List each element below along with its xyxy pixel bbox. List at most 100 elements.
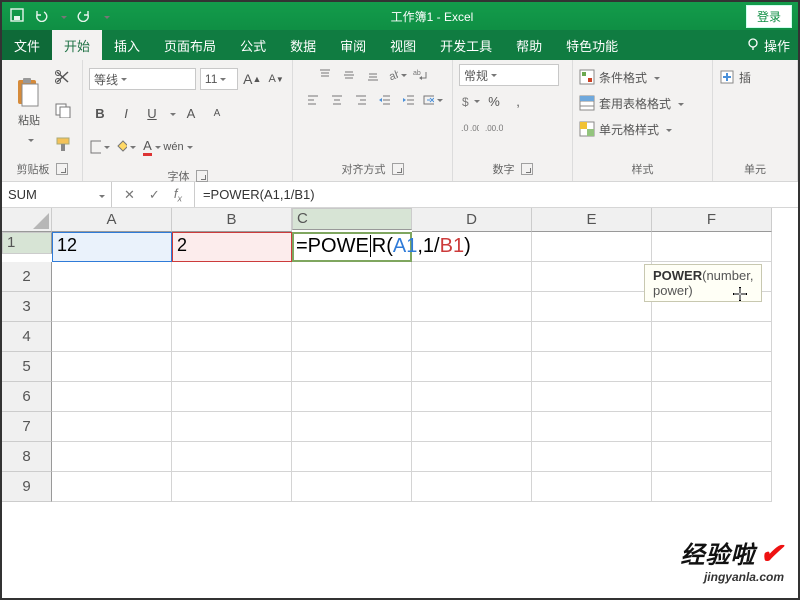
cell[interactable] — [292, 262, 412, 292]
row-head-5[interactable]: 5 — [2, 352, 52, 382]
cell[interactable] — [52, 292, 172, 322]
conditional-format-button[interactable]: 条件格式 — [579, 64, 706, 90]
cell-E1[interactable] — [532, 232, 652, 262]
cell[interactable] — [292, 352, 412, 382]
formula-input[interactable]: =POWER(A1,1/B1) — [195, 182, 798, 207]
cell[interactable] — [292, 472, 412, 502]
cell[interactable] — [52, 412, 172, 442]
font-color-button[interactable]: A — [141, 136, 163, 158]
tell-me[interactable]: 操作 — [746, 30, 798, 60]
shrink-font-icon[interactable]: A — [206, 102, 228, 124]
redo-icon[interactable] — [77, 8, 91, 25]
font-size-select[interactable]: 11 — [200, 68, 238, 90]
cell[interactable] — [652, 442, 772, 472]
paste-dropdown-icon[interactable] — [25, 130, 34, 148]
row-head-8[interactable]: 8 — [2, 442, 52, 472]
align-right-icon[interactable] — [350, 89, 372, 111]
cell[interactable] — [52, 382, 172, 412]
clipboard-launcher-icon[interactable] — [56, 163, 68, 175]
row-head-2[interactable]: 2 — [2, 262, 52, 292]
cell[interactable] — [412, 292, 532, 322]
tab-view[interactable]: 视图 — [378, 30, 428, 60]
increase-font-icon[interactable]: A▲ — [242, 68, 262, 90]
cell[interactable] — [652, 412, 772, 442]
cell[interactable] — [412, 472, 532, 502]
cancel-icon[interactable]: ✕ — [124, 187, 135, 203]
number-launcher-icon[interactable] — [521, 163, 533, 175]
row-head-1[interactable]: 1 — [2, 232, 52, 254]
orientation-icon[interactable]: ab — [386, 64, 408, 86]
format-table-button[interactable]: 套用表格格式 — [579, 90, 706, 116]
insert-cells-button[interactable]: 插 — [719, 64, 791, 90]
cell-B1[interactable]: 2 — [172, 232, 292, 262]
cell[interactable] — [52, 352, 172, 382]
cell[interactable] — [292, 412, 412, 442]
font-launcher-icon[interactable] — [196, 170, 208, 182]
cell[interactable] — [412, 412, 532, 442]
tab-formulas[interactable]: 公式 — [228, 30, 278, 60]
increase-indent-icon[interactable] — [398, 89, 420, 111]
cell[interactable] — [412, 322, 532, 352]
tab-page-layout[interactable]: 页面布局 — [152, 30, 228, 60]
increase-decimal-icon[interactable]: .0.00 — [459, 116, 481, 138]
italic-button[interactable]: I — [115, 102, 137, 124]
col-E[interactable]: E — [532, 208, 652, 232]
format-painter-icon[interactable] — [54, 136, 76, 154]
wrap-text-icon[interactable]: ab — [410, 64, 432, 86]
tab-home[interactable]: 开始 — [52, 30, 102, 60]
cell[interactable] — [172, 322, 292, 352]
cell[interactable] — [652, 352, 772, 382]
col-F[interactable]: F — [652, 208, 772, 232]
cell[interactable] — [652, 322, 772, 352]
row-head-7[interactable]: 7 — [2, 412, 52, 442]
cell[interactable] — [292, 322, 412, 352]
cell[interactable] — [532, 412, 652, 442]
row-head-6[interactable]: 6 — [2, 382, 52, 412]
qat-customize-icon[interactable] — [101, 9, 110, 23]
cell[interactable] — [292, 442, 412, 472]
paste-button[interactable]: 粘贴 — [8, 64, 50, 159]
currency-icon[interactable]: $ — [459, 90, 481, 112]
cell[interactable] — [292, 292, 412, 322]
cell[interactable] — [52, 262, 172, 292]
cell[interactable] — [172, 472, 292, 502]
tab-review[interactable]: 审阅 — [328, 30, 378, 60]
align-center-icon[interactable] — [326, 89, 348, 111]
cell-A1[interactable]: 12 — [52, 232, 172, 262]
tab-file[interactable]: 文件 — [2, 30, 52, 60]
bold-button[interactable]: B — [89, 102, 111, 124]
col-A[interactable]: A — [52, 208, 172, 232]
cell[interactable] — [172, 292, 292, 322]
cell[interactable] — [172, 442, 292, 472]
cell[interactable] — [532, 262, 652, 292]
percent-icon[interactable]: % — [483, 90, 505, 112]
cell-F1[interactable] — [652, 232, 772, 262]
align-bottom-icon[interactable] — [362, 64, 384, 86]
cell[interactable] — [172, 412, 292, 442]
cell[interactable] — [532, 382, 652, 412]
cell[interactable] — [532, 322, 652, 352]
cell-styles-button[interactable]: 单元格样式 — [579, 116, 706, 142]
cell[interactable] — [292, 382, 412, 412]
undo-dropdown-icon[interactable] — [58, 9, 67, 23]
tab-insert[interactable]: 插入 — [102, 30, 152, 60]
comma-icon[interactable]: , — [507, 90, 529, 112]
decrease-indent-icon[interactable] — [374, 89, 396, 111]
cell[interactable] — [532, 472, 652, 502]
align-middle-icon[interactable] — [338, 64, 360, 86]
tab-special[interactable]: 特色功能 — [554, 30, 630, 60]
tab-developer[interactable]: 开发工具 — [428, 30, 504, 60]
login-button[interactable]: 登录 — [746, 5, 792, 28]
cell[interactable] — [652, 382, 772, 412]
decrease-decimal-icon[interactable]: .00.0 — [483, 116, 505, 138]
row-head-4[interactable]: 4 — [2, 322, 52, 352]
cell[interactable] — [532, 442, 652, 472]
cell[interactable] — [172, 262, 292, 292]
fill-color-button[interactable] — [115, 136, 137, 158]
align-launcher-icon[interactable] — [392, 163, 404, 175]
cell[interactable] — [52, 322, 172, 352]
cut-icon[interactable] — [54, 69, 76, 87]
cell[interactable] — [652, 472, 772, 502]
row-head-3[interactable]: 3 — [2, 292, 52, 322]
underline-dropdown-icon[interactable] — [167, 104, 176, 122]
